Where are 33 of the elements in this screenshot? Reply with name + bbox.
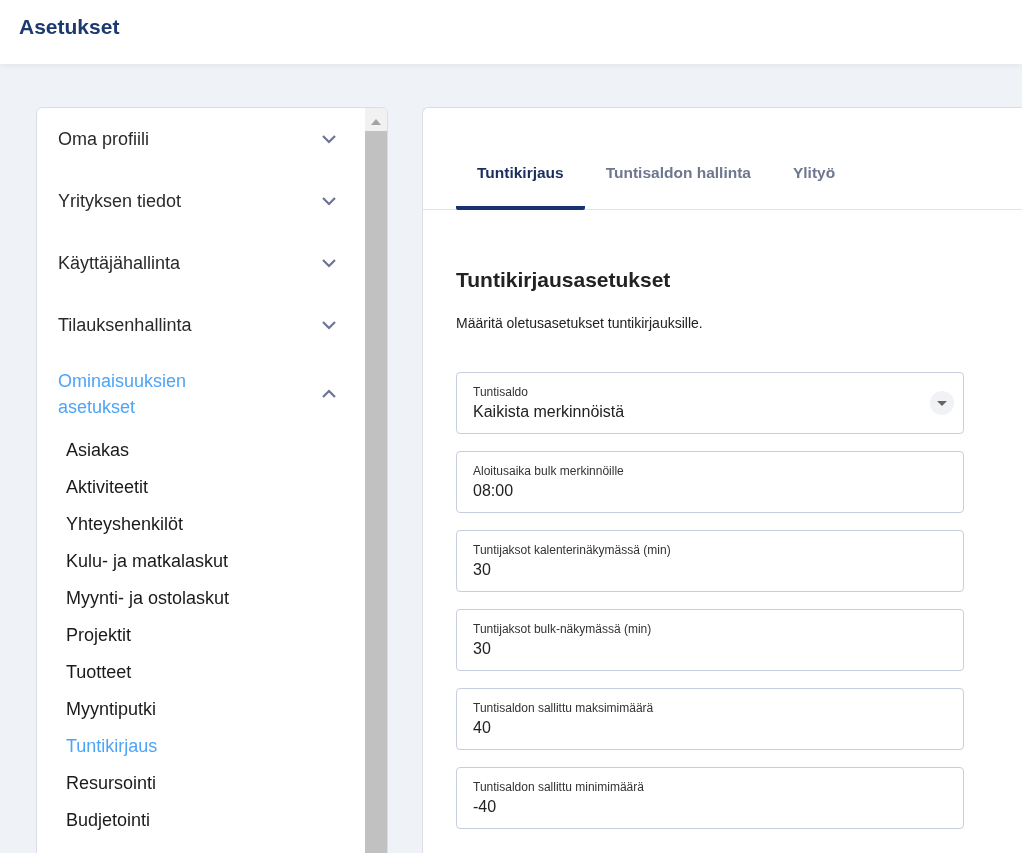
chevron-down-icon: [321, 320, 337, 330]
sidebar-section[interactable]: Tilauksenhallinta: [37, 294, 365, 356]
input-field[interactable]: Tuntisaldon sallittu maksimimäärä 40: [456, 688, 964, 750]
select-field[interactable]: Tuntisaldo Kaikista merkinnöistä: [456, 372, 964, 434]
section-description: Määritä oletusasetukset tuntikirjauksille.: [456, 315, 704, 331]
section-heading: Tuntikirjausasetukset: [456, 268, 672, 292]
page-title: Asetukset: [19, 15, 120, 39]
sidebar-item[interactable]: Aktiviteetit: [66, 469, 365, 506]
input-field[interactable]: Tuntijaksot bulk-näkymässä (min) 30: [456, 609, 964, 671]
dropdown-caret-icon[interactable]: [930, 391, 954, 415]
input-field[interactable]: Aloitusaika bulk merkinnöille 08:00: [456, 451, 964, 513]
sidebar-section[interactable]: Yrityksen tiedot: [37, 170, 365, 232]
sidebar-section[interactable]: Käyttäjähallinta: [37, 232, 365, 294]
chevron-down-icon: [321, 196, 337, 206]
sidebar-item[interactable]: Resursointi: [66, 765, 365, 802]
tab[interactable]: Ylityö: [771, 158, 857, 210]
chevron-up-icon: [321, 389, 337, 399]
sidebar-item[interactable]: Myynti- ja ostolaskut: [66, 580, 365, 617]
sidebar-item[interactable]: Projektit: [66, 617, 365, 654]
chevron-down-icon: [321, 258, 337, 268]
input-field[interactable]: Tuntijaksot kalenterinäkymässä (min) 30: [456, 530, 964, 592]
sidebar-item[interactable]: Budjetointi: [66, 802, 365, 839]
scroll-up-arrow-icon[interactable]: [370, 118, 382, 125]
input-field[interactable]: Tuntisaldon sallittu minimimäärä -40: [456, 767, 964, 829]
chevron-down-icon: [321, 134, 337, 144]
sidebar-item[interactable]: Asiakas: [66, 432, 365, 469]
sidebar-section[interactable]: Oma profiili: [37, 108, 365, 170]
sidebar-item[interactable]: Myyntiputki: [66, 691, 365, 728]
sidebar-item[interactable]: Yhteyshenkilöt: [66, 506, 365, 543]
tab[interactable]: Tuntikirjaus: [456, 158, 585, 210]
sidebar-item[interactable]: Kulu- ja matkalaskut: [66, 543, 365, 580]
sidebar-item[interactable]: Tuotteet: [66, 654, 365, 691]
tab[interactable]: Tuntisaldon hallinta: [584, 158, 772, 210]
